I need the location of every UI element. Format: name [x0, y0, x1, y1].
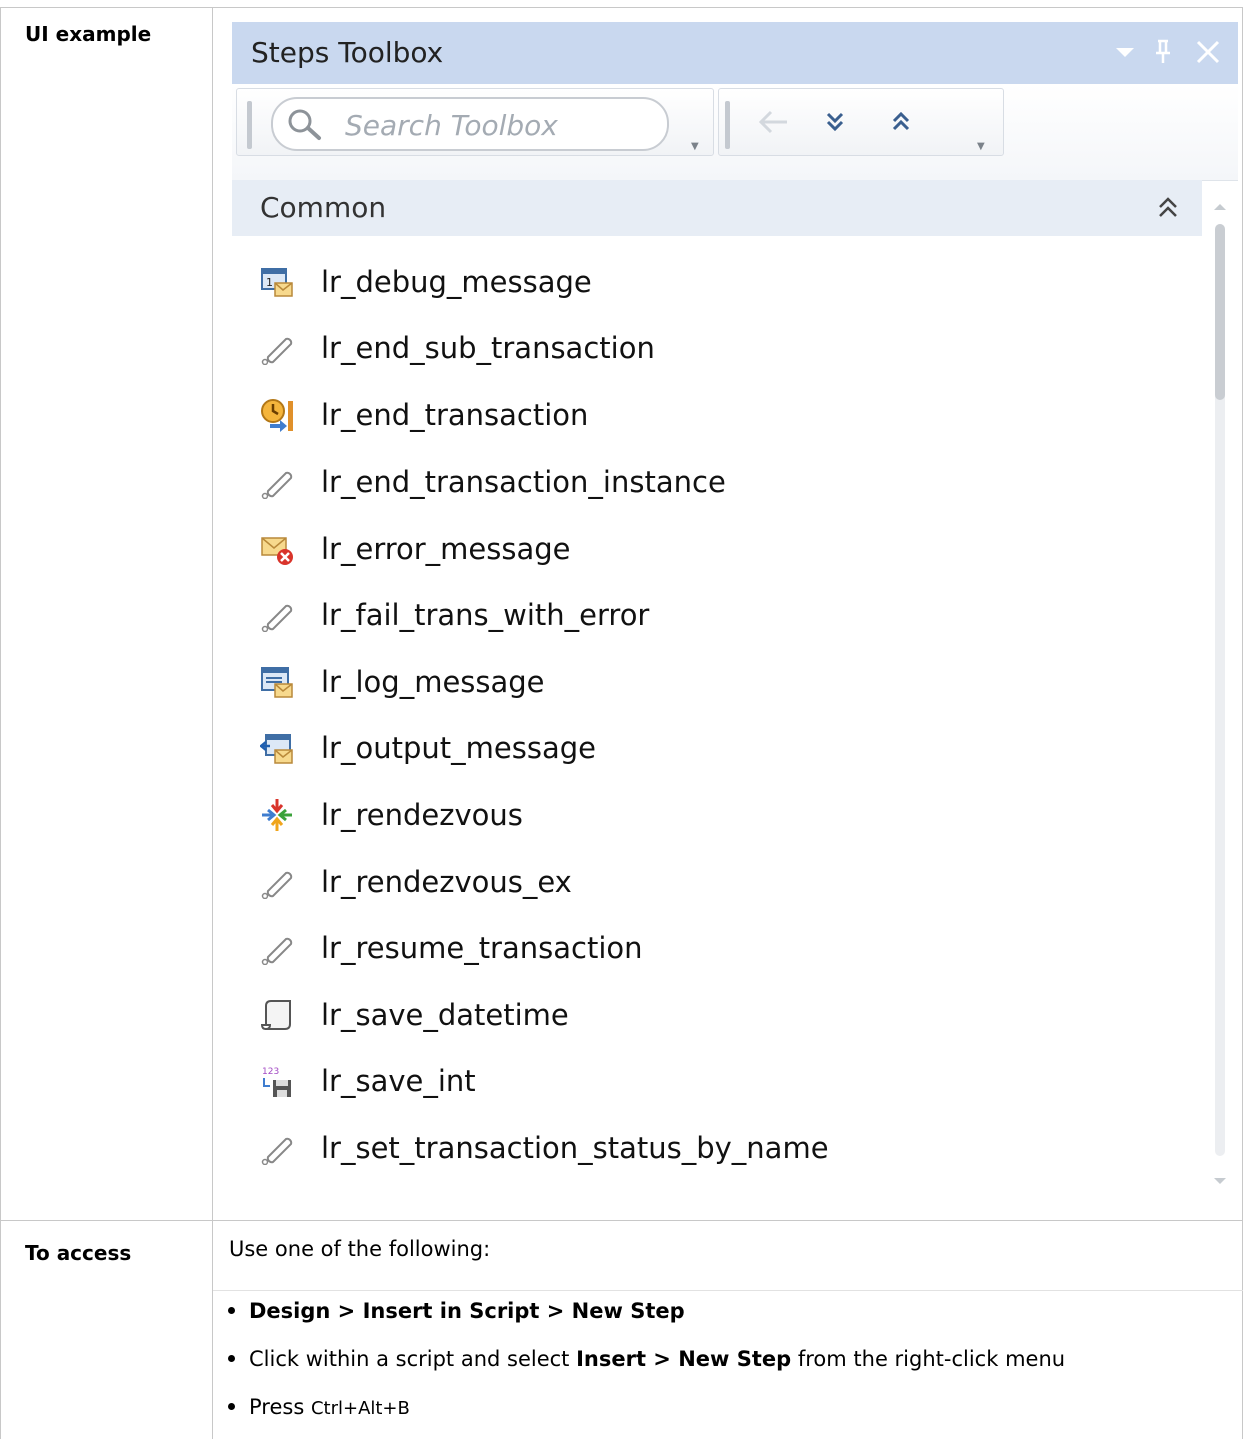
list-item[interactable]: lr_save_datetime — [260, 981, 1160, 1041]
panel-titlebar: Steps Toolbox — [232, 22, 1238, 84]
function-link-icon — [260, 331, 294, 366]
row-label-to-access: To access — [25, 1241, 132, 1265]
output-message-icon — [258, 731, 294, 765]
bullet-text-suffix: from the right-click menu — [791, 1347, 1066, 1371]
close-icon[interactable] — [1194, 38, 1222, 72]
category-header-common[interactable]: Common — [232, 180, 1202, 236]
search-box — [271, 97, 669, 151]
access-intro: Use one of the following: — [229, 1237, 491, 1261]
context-menu-path: Insert > New Step — [576, 1347, 792, 1371]
svg-text:1: 1 — [266, 276, 273, 289]
back-arrow-icon[interactable] — [757, 109, 789, 139]
toolbar-grip-2[interactable] — [725, 101, 730, 149]
function-link-icon — [260, 865, 294, 900]
menu-path: Design > Insert in Script > New Step — [249, 1299, 685, 1323]
function-link-icon — [260, 1131, 294, 1166]
item-label: lr_rendezvous_ex — [321, 865, 572, 899]
list-item[interactable]: lr_resume_transaction — [260, 914, 1160, 974]
access-bullet-shortcut: Press Ctrl+Alt+B — [228, 1395, 410, 1419]
search-overflow-arrow-icon[interactable]: ▼ — [691, 141, 699, 152]
save-int-icon: 123 — [260, 1064, 294, 1098]
panel-title: Steps Toolbox — [251, 36, 444, 69]
scroll-thumb[interactable] — [1215, 224, 1225, 400]
list-item[interactable]: lr_log_message — [260, 648, 1160, 708]
function-link-icon — [260, 598, 294, 633]
scroll-up-arrow-icon[interactable] — [1212, 196, 1228, 215]
list-item[interactable]: 123 lr_save_int — [260, 1047, 1160, 1107]
chevron-up-icon[interactable] — [1156, 195, 1180, 225]
vertical-scrollbar[interactable] — [1202, 182, 1236, 1197]
list-item[interactable]: lr_set_transaction_status_by_name — [260, 1114, 1160, 1174]
item-label: lr_save_int — [321, 1064, 476, 1098]
rendezvous-icon — [260, 798, 294, 832]
access-bullet-menu-path: Design > Insert in Script > New Step — [228, 1299, 685, 1323]
item-label: lr_resume_transaction — [321, 931, 643, 965]
category-label: Common — [260, 191, 387, 224]
save-datetime-icon — [260, 998, 294, 1032]
steps-toolbox-panel: Steps Toolbox ▼ — [230, 22, 1238, 1197]
item-label: lr_rendezvous — [321, 798, 523, 832]
toolbar-grip[interactable] — [247, 101, 252, 149]
collapse-all-icon[interactable] — [889, 109, 913, 139]
item-label: lr_fail_trans_with_error — [321, 598, 650, 632]
item-label: lr_save_datetime — [321, 998, 569, 1032]
svg-text:123: 123 — [262, 1067, 279, 1077]
bullet-dot — [228, 1402, 235, 1410]
bullet-dot — [228, 1354, 235, 1362]
list-item[interactable]: 1 lr_debug_message — [260, 248, 1160, 308]
documentation-table: UI example To access Steps Toolbox Searc… — [0, 0, 1243, 1439]
function-link-icon — [260, 465, 294, 500]
item-label: lr_end_transaction_instance — [321, 465, 726, 499]
item-label: lr_end_sub_transaction — [321, 331, 655, 365]
nav-overflow-arrow-icon[interactable]: ▼ — [977, 141, 985, 152]
error-message-icon — [260, 532, 294, 566]
navigation-toolbar-group: ▼ — [718, 88, 1004, 156]
item-label: lr_end_transaction — [321, 398, 589, 432]
list-item[interactable]: lr_end_sub_transaction — [260, 314, 1160, 374]
list-item[interactable]: lr_end_transaction — [260, 381, 1160, 441]
item-label: lr_log_message — [321, 665, 545, 699]
panel-toolbar: ▼ ▼ — [232, 84, 1238, 181]
log-message-icon — [260, 665, 294, 699]
item-label: lr_error_message — [321, 532, 571, 566]
search-toolbar-group: ▼ — [236, 88, 714, 156]
access-bullet-context-menu: Click within a script and select Insert … — [228, 1347, 1065, 1371]
row-label-ui-example: UI example — [25, 22, 152, 46]
bullet-text: Press — [249, 1395, 311, 1419]
pin-icon[interactable] — [1152, 38, 1174, 72]
item-label: lr_debug_message — [321, 265, 592, 299]
list-item[interactable]: lr_rendezvous — [260, 781, 1160, 841]
keyboard-shortcut: Ctrl+Alt+B — [310, 1398, 410, 1419]
search-input[interactable] — [343, 106, 657, 144]
bullet-dot — [228, 1306, 235, 1314]
item-label: lr_set_transaction_status_by_name — [321, 1131, 829, 1165]
expand-all-icon[interactable] — [823, 109, 847, 139]
item-label: lr_output_message — [321, 731, 596, 765]
bullet-text: Click within a script and select — [249, 1347, 577, 1371]
panel-menu-dropdown-icon[interactable] — [1114, 38, 1136, 72]
list-item[interactable]: lr_end_transaction_instance — [260, 448, 1160, 508]
scroll-down-arrow-icon[interactable] — [1212, 1172, 1228, 1191]
search-icon — [287, 108, 323, 146]
list-item[interactable]: lr_output_message — [258, 714, 1160, 774]
function-link-icon — [260, 931, 294, 966]
list-item[interactable]: lr_fail_trans_with_error — [260, 581, 1160, 641]
end-transaction-icon — [260, 398, 294, 432]
list-item[interactable]: lr_rendezvous_ex — [260, 848, 1160, 908]
debug-message-icon: 1 — [260, 265, 294, 299]
list-item[interactable]: lr_error_message — [260, 515, 1160, 575]
